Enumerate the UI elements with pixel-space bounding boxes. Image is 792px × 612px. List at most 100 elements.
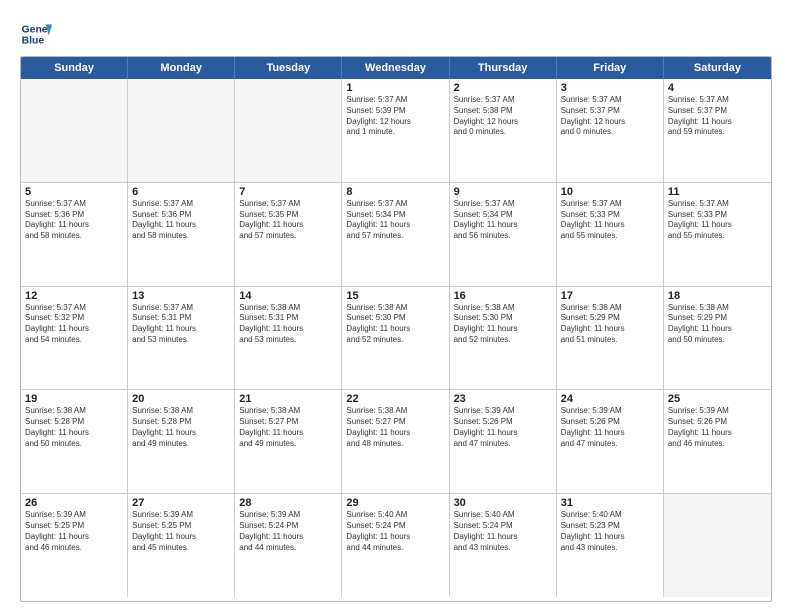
weekday-header: Friday bbox=[557, 57, 664, 79]
calendar-cell: 19Sunrise: 5:38 AM Sunset: 5:28 PM Dayli… bbox=[21, 390, 128, 493]
calendar-cell: 1Sunrise: 5:37 AM Sunset: 5:39 PM Daylig… bbox=[342, 79, 449, 182]
cell-text: Sunrise: 5:37 AM Sunset: 5:33 PM Dayligh… bbox=[668, 199, 767, 242]
day-number: 14 bbox=[239, 290, 337, 302]
cell-text: Sunrise: 5:37 AM Sunset: 5:34 PM Dayligh… bbox=[454, 199, 552, 242]
day-number: 11 bbox=[668, 186, 767, 198]
calendar: SundayMondayTuesdayWednesdayThursdayFrid… bbox=[20, 56, 772, 602]
cell-text: Sunrise: 5:37 AM Sunset: 5:35 PM Dayligh… bbox=[239, 199, 337, 242]
calendar-cell: 30Sunrise: 5:40 AM Sunset: 5:24 PM Dayli… bbox=[450, 494, 557, 597]
calendar-body: 1Sunrise: 5:37 AM Sunset: 5:39 PM Daylig… bbox=[21, 79, 771, 597]
day-number: 20 bbox=[132, 393, 230, 405]
calendar-cell: 23Sunrise: 5:39 AM Sunset: 5:26 PM Dayli… bbox=[450, 390, 557, 493]
cell-text: Sunrise: 5:38 AM Sunset: 5:30 PM Dayligh… bbox=[454, 303, 552, 346]
calendar-cell: 13Sunrise: 5:37 AM Sunset: 5:31 PM Dayli… bbox=[128, 287, 235, 390]
calendar-row: 12Sunrise: 5:37 AM Sunset: 5:32 PM Dayli… bbox=[21, 287, 771, 391]
day-number: 19 bbox=[25, 393, 123, 405]
calendar-cell: 4Sunrise: 5:37 AM Sunset: 5:37 PM Daylig… bbox=[664, 79, 771, 182]
logo-icon: General Blue bbox=[20, 18, 52, 50]
day-number: 18 bbox=[668, 290, 767, 302]
cell-text: Sunrise: 5:37 AM Sunset: 5:33 PM Dayligh… bbox=[561, 199, 659, 242]
page: General Blue SundayMondayTuesdayWednesda… bbox=[0, 0, 792, 612]
day-number: 28 bbox=[239, 497, 337, 509]
calendar-row: 26Sunrise: 5:39 AM Sunset: 5:25 PM Dayli… bbox=[21, 494, 771, 597]
cell-text: Sunrise: 5:38 AM Sunset: 5:31 PM Dayligh… bbox=[239, 303, 337, 346]
calendar-cell: 12Sunrise: 5:37 AM Sunset: 5:32 PM Dayli… bbox=[21, 287, 128, 390]
day-number: 30 bbox=[454, 497, 552, 509]
weekday-header: Tuesday bbox=[235, 57, 342, 79]
calendar-cell: 11Sunrise: 5:37 AM Sunset: 5:33 PM Dayli… bbox=[664, 183, 771, 286]
calendar-cell: 17Sunrise: 5:38 AM Sunset: 5:29 PM Dayli… bbox=[557, 287, 664, 390]
cell-text: Sunrise: 5:38 AM Sunset: 5:28 PM Dayligh… bbox=[25, 406, 123, 449]
calendar-cell: 28Sunrise: 5:39 AM Sunset: 5:24 PM Dayli… bbox=[235, 494, 342, 597]
cell-text: Sunrise: 5:38 AM Sunset: 5:29 PM Dayligh… bbox=[561, 303, 659, 346]
calendar-cell: 6Sunrise: 5:37 AM Sunset: 5:36 PM Daylig… bbox=[128, 183, 235, 286]
cell-text: Sunrise: 5:39 AM Sunset: 5:25 PM Dayligh… bbox=[25, 510, 123, 553]
day-number: 5 bbox=[25, 186, 123, 198]
cell-text: Sunrise: 5:37 AM Sunset: 5:34 PM Dayligh… bbox=[346, 199, 444, 242]
cell-text: Sunrise: 5:38 AM Sunset: 5:27 PM Dayligh… bbox=[346, 406, 444, 449]
day-number: 6 bbox=[132, 186, 230, 198]
day-number: 26 bbox=[25, 497, 123, 509]
day-number: 4 bbox=[668, 82, 767, 94]
weekday-header: Saturday bbox=[664, 57, 771, 79]
calendar-cell: 26Sunrise: 5:39 AM Sunset: 5:25 PM Dayli… bbox=[21, 494, 128, 597]
calendar-cell bbox=[128, 79, 235, 182]
cell-text: Sunrise: 5:37 AM Sunset: 5:32 PM Dayligh… bbox=[25, 303, 123, 346]
calendar-cell: 20Sunrise: 5:38 AM Sunset: 5:28 PM Dayli… bbox=[128, 390, 235, 493]
calendar-row: 19Sunrise: 5:38 AM Sunset: 5:28 PM Dayli… bbox=[21, 390, 771, 494]
day-number: 22 bbox=[346, 393, 444, 405]
calendar-cell bbox=[664, 494, 771, 597]
day-number: 25 bbox=[668, 393, 767, 405]
day-number: 9 bbox=[454, 186, 552, 198]
cell-text: Sunrise: 5:37 AM Sunset: 5:36 PM Dayligh… bbox=[132, 199, 230, 242]
day-number: 15 bbox=[346, 290, 444, 302]
cell-text: Sunrise: 5:37 AM Sunset: 5:37 PM Dayligh… bbox=[668, 95, 767, 138]
calendar-cell: 22Sunrise: 5:38 AM Sunset: 5:27 PM Dayli… bbox=[342, 390, 449, 493]
cell-text: Sunrise: 5:39 AM Sunset: 5:25 PM Dayligh… bbox=[132, 510, 230, 553]
day-number: 16 bbox=[454, 290, 552, 302]
weekday-header: Sunday bbox=[21, 57, 128, 79]
cell-text: Sunrise: 5:40 AM Sunset: 5:23 PM Dayligh… bbox=[561, 510, 659, 553]
calendar-cell: 24Sunrise: 5:39 AM Sunset: 5:26 PM Dayli… bbox=[557, 390, 664, 493]
day-number: 1 bbox=[346, 82, 444, 94]
cell-text: Sunrise: 5:37 AM Sunset: 5:36 PM Dayligh… bbox=[25, 199, 123, 242]
cell-text: Sunrise: 5:37 AM Sunset: 5:31 PM Dayligh… bbox=[132, 303, 230, 346]
weekday-header: Thursday bbox=[450, 57, 557, 79]
svg-text:Blue: Blue bbox=[22, 36, 45, 47]
logo: General Blue bbox=[20, 18, 52, 50]
calendar-cell: 7Sunrise: 5:37 AM Sunset: 5:35 PM Daylig… bbox=[235, 183, 342, 286]
day-number: 23 bbox=[454, 393, 552, 405]
calendar-cell: 21Sunrise: 5:38 AM Sunset: 5:27 PM Dayli… bbox=[235, 390, 342, 493]
day-number: 2 bbox=[454, 82, 552, 94]
header: General Blue bbox=[20, 18, 772, 50]
cell-text: Sunrise: 5:37 AM Sunset: 5:39 PM Dayligh… bbox=[346, 95, 444, 138]
cell-text: Sunrise: 5:38 AM Sunset: 5:29 PM Dayligh… bbox=[668, 303, 767, 346]
weekday-header: Wednesday bbox=[342, 57, 449, 79]
cell-text: Sunrise: 5:37 AM Sunset: 5:38 PM Dayligh… bbox=[454, 95, 552, 138]
cell-text: Sunrise: 5:39 AM Sunset: 5:26 PM Dayligh… bbox=[668, 406, 767, 449]
calendar-cell: 9Sunrise: 5:37 AM Sunset: 5:34 PM Daylig… bbox=[450, 183, 557, 286]
calendar-cell bbox=[235, 79, 342, 182]
day-number: 3 bbox=[561, 82, 659, 94]
calendar-cell: 16Sunrise: 5:38 AM Sunset: 5:30 PM Dayli… bbox=[450, 287, 557, 390]
calendar-cell bbox=[21, 79, 128, 182]
cell-text: Sunrise: 5:38 AM Sunset: 5:30 PM Dayligh… bbox=[346, 303, 444, 346]
day-number: 24 bbox=[561, 393, 659, 405]
calendar-cell: 5Sunrise: 5:37 AM Sunset: 5:36 PM Daylig… bbox=[21, 183, 128, 286]
calendar-cell: 10Sunrise: 5:37 AM Sunset: 5:33 PM Dayli… bbox=[557, 183, 664, 286]
calendar-cell: 15Sunrise: 5:38 AM Sunset: 5:30 PM Dayli… bbox=[342, 287, 449, 390]
day-number: 29 bbox=[346, 497, 444, 509]
calendar-cell: 2Sunrise: 5:37 AM Sunset: 5:38 PM Daylig… bbox=[450, 79, 557, 182]
day-number: 7 bbox=[239, 186, 337, 198]
calendar-cell: 14Sunrise: 5:38 AM Sunset: 5:31 PM Dayli… bbox=[235, 287, 342, 390]
day-number: 31 bbox=[561, 497, 659, 509]
day-number: 10 bbox=[561, 186, 659, 198]
cell-text: Sunrise: 5:38 AM Sunset: 5:28 PM Dayligh… bbox=[132, 406, 230, 449]
weekday-header: Monday bbox=[128, 57, 235, 79]
calendar-cell: 8Sunrise: 5:37 AM Sunset: 5:34 PM Daylig… bbox=[342, 183, 449, 286]
calendar-row: 5Sunrise: 5:37 AM Sunset: 5:36 PM Daylig… bbox=[21, 183, 771, 287]
calendar-row: 1Sunrise: 5:37 AM Sunset: 5:39 PM Daylig… bbox=[21, 79, 771, 183]
day-number: 21 bbox=[239, 393, 337, 405]
cell-text: Sunrise: 5:38 AM Sunset: 5:27 PM Dayligh… bbox=[239, 406, 337, 449]
calendar-cell: 25Sunrise: 5:39 AM Sunset: 5:26 PM Dayli… bbox=[664, 390, 771, 493]
